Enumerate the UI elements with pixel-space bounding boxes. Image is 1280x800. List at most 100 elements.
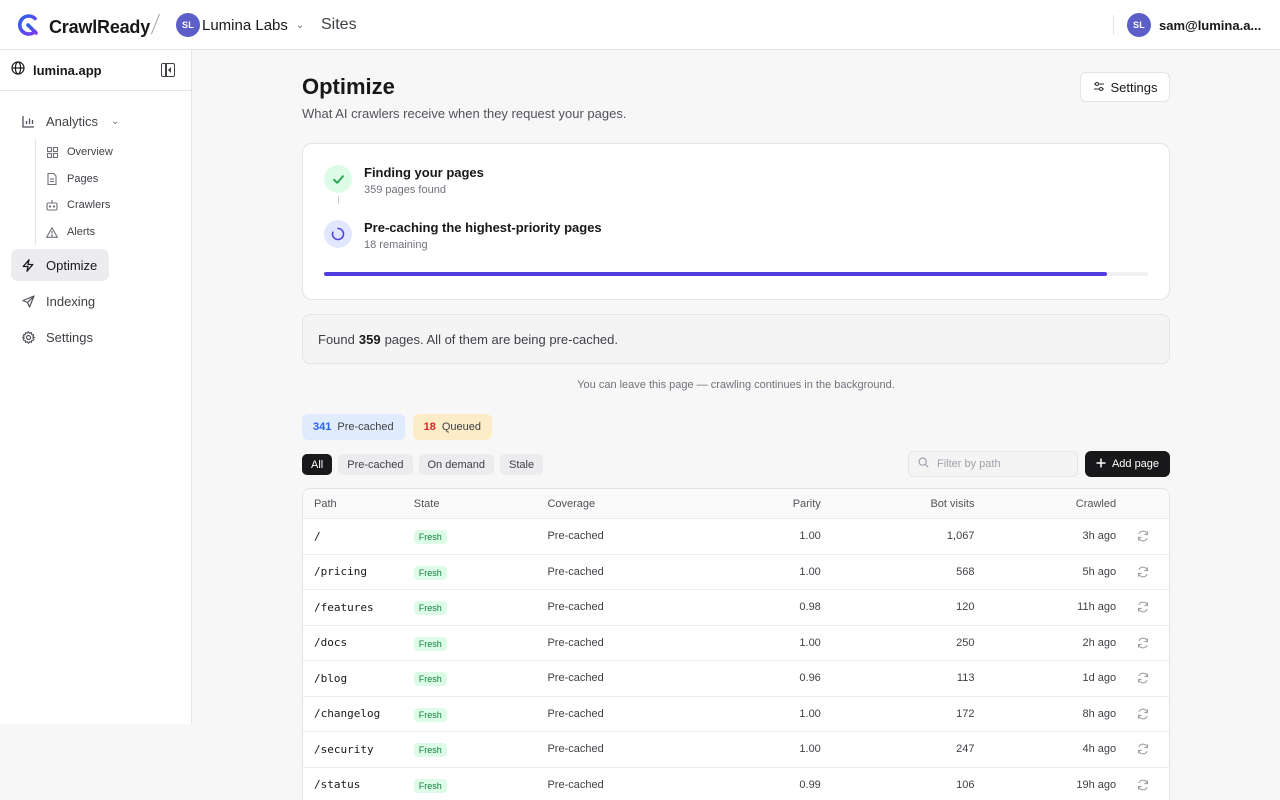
org-switcher[interactable]: SL Lumina Labs ⌄ bbox=[176, 13, 304, 37]
bot-visits-cell: 568 bbox=[956, 565, 975, 578]
column-header-crawled[interactable]: Crawled bbox=[974, 498, 1116, 510]
precache-progress-card: Finding your pages 359 pages found Pre-c… bbox=[302, 143, 1170, 300]
coverage-cell: Pre-cached bbox=[547, 530, 604, 543]
path-cell: / bbox=[314, 529, 321, 543]
table-row[interactable]: /security Fresh Pre-cached 1.00 247 4h a… bbox=[303, 732, 1169, 768]
bot-icon bbox=[46, 199, 58, 212]
send-icon bbox=[21, 294, 35, 308]
precached-label: Pre-cached bbox=[337, 421, 394, 433]
refresh-icon[interactable] bbox=[1137, 672, 1149, 684]
refresh-icon[interactable] bbox=[1137, 637, 1149, 649]
add-page-button[interactable]: Add page bbox=[1085, 451, 1170, 477]
sidebar-item-optimize[interactable]: Optimize bbox=[11, 249, 109, 282]
queued-label: Queued bbox=[441, 421, 482, 433]
refresh-icon[interactable] bbox=[1137, 566, 1149, 578]
column-header-path[interactable]: Path bbox=[303, 498, 414, 510]
sidebar-item-label: Pages bbox=[67, 172, 99, 185]
plus-icon bbox=[1096, 458, 1106, 471]
column-header-state[interactable]: State bbox=[414, 498, 548, 510]
table-row[interactable]: /docs Fresh Pre-cached 1.00 250 2h ago bbox=[303, 626, 1169, 661]
filter-all[interactable]: All bbox=[302, 454, 333, 475]
search-input[interactable] bbox=[937, 458, 1067, 470]
sites-link[interactable]: Sites bbox=[321, 16, 357, 34]
status-badge: Fresh bbox=[413, 530, 447, 545]
status-badge: Fresh bbox=[413, 672, 447, 687]
sidebar-nav: Analytics ⌄ Overview Pages Crawlers Aler… bbox=[0, 91, 191, 353]
column-header-parity[interactable]: Parity bbox=[677, 498, 821, 510]
coverage-cell: Pre-cached bbox=[547, 778, 604, 791]
site-selector[interactable]: lumina.app bbox=[0, 50, 191, 91]
parity-cell: 1.00 bbox=[799, 530, 821, 543]
collapse-sidebar-icon[interactable] bbox=[161, 63, 175, 77]
sidebar-item-overview[interactable]: Overview bbox=[46, 139, 191, 166]
sidebar-item-label: Alerts bbox=[67, 226, 96, 239]
step-finding-pages: Finding your pages 359 pages found bbox=[324, 165, 484, 196]
column-header-bot-visits[interactable]: Bot visits bbox=[821, 498, 974, 510]
brand[interactable]: CrawlReady bbox=[15, 12, 150, 43]
filter-precached[interactable]: Pre-cached bbox=[338, 454, 413, 475]
refresh-icon[interactable] bbox=[1137, 779, 1149, 791]
crawled-cell: 4h ago bbox=[1082, 743, 1117, 756]
bot-visits-cell: 172 bbox=[956, 707, 975, 720]
refresh-icon[interactable] bbox=[1137, 708, 1149, 720]
globe-icon bbox=[11, 60, 25, 80]
found-prefix: Found bbox=[318, 331, 355, 347]
status-badge: Fresh bbox=[413, 636, 447, 651]
found-count: 359 bbox=[358, 331, 381, 347]
refresh-icon[interactable] bbox=[1137, 530, 1149, 542]
progress-fill bbox=[324, 272, 1107, 276]
top-divider bbox=[1113, 15, 1114, 35]
parity-cell: 0.96 bbox=[799, 672, 821, 685]
table-row[interactable]: /changelog Fresh Pre-cached 1.00 172 8h … bbox=[303, 697, 1169, 732]
step-precaching: Pre-caching the highest-priority pages 1… bbox=[324, 220, 602, 251]
pages-table: Path State Coverage Parity Bot visits Cr… bbox=[302, 488, 1170, 800]
queued-counter: 18 Queued bbox=[412, 414, 493, 440]
path-cell: /changelog bbox=[314, 707, 381, 721]
coverage-cell: Pre-cached bbox=[547, 601, 604, 614]
page-title: Optimize bbox=[302, 74, 395, 99]
path-cell: /docs bbox=[314, 636, 348, 650]
step-meta: 359 pages found bbox=[364, 184, 446, 196]
found-summary: Found 359 pages. All of them are being p… bbox=[302, 314, 1170, 364]
sidebar-item-alerts[interactable]: Alerts bbox=[46, 219, 191, 246]
brand-name: CrawlReady bbox=[49, 17, 151, 37]
status-badge: Fresh bbox=[413, 778, 447, 793]
sidebar-item-indexing[interactable]: Indexing bbox=[11, 285, 180, 317]
sidebar-item-analytics[interactable]: Analytics ⌄ bbox=[11, 105, 180, 137]
path-cell: /features bbox=[314, 600, 374, 614]
user-avatar: SL bbox=[1127, 13, 1151, 37]
chevron-down-icon: ⌄ bbox=[111, 115, 120, 127]
step-title: Pre-caching the highest-priority pages bbox=[364, 220, 602, 235]
sidebar-item-crawlers[interactable]: Crawlers bbox=[46, 192, 191, 219]
crawled-cell: 11h ago bbox=[1077, 601, 1117, 614]
search-icon bbox=[918, 455, 929, 473]
found-suffix: pages. All of them are being pre-cached. bbox=[384, 331, 619, 347]
check-icon bbox=[324, 165, 352, 193]
filter-stale[interactable]: Stale bbox=[499, 454, 544, 475]
step-title: Finding your pages bbox=[364, 165, 484, 180]
coverage-cell: Pre-cached bbox=[547, 743, 604, 756]
breadcrumb-separator bbox=[150, 13, 161, 35]
sidebar-item-pages[interactable]: Pages bbox=[46, 166, 191, 193]
table-row[interactable]: /features Fresh Pre-cached 0.98 120 11h … bbox=[303, 590, 1169, 626]
refresh-icon[interactable] bbox=[1137, 601, 1149, 613]
table-row[interactable]: / Fresh Pre-cached 1.00 1,067 3h ago bbox=[303, 519, 1169, 555]
user-email: sam@lumina.a... bbox=[1159, 17, 1262, 33]
column-header-coverage[interactable]: Coverage bbox=[547, 498, 677, 510]
bot-visits-cell: 1,067 bbox=[946, 530, 975, 543]
refresh-icon[interactable] bbox=[1137, 743, 1149, 755]
table-row[interactable]: /status Fresh Pre-cached 0.99 106 19h ag… bbox=[303, 768, 1169, 800]
background-note: You can leave this page — crawling conti… bbox=[577, 379, 895, 391]
user-menu[interactable]: SL sam@lumina.a... bbox=[1127, 13, 1261, 37]
filter-on-demand[interactable]: On demand bbox=[418, 454, 494, 475]
org-avatar: SL bbox=[176, 13, 200, 37]
sidebar-item-settings[interactable]: Settings bbox=[11, 321, 180, 353]
chevron-down-icon: ⌄ bbox=[295, 19, 305, 31]
bar-chart-icon bbox=[21, 114, 35, 128]
table-row[interactable]: /blog Fresh Pre-cached 0.96 113 1d ago bbox=[303, 661, 1169, 697]
path-cell: /security bbox=[314, 742, 374, 756]
table-row[interactable]: /pricing Fresh Pre-cached 1.00 568 5h ag… bbox=[303, 555, 1169, 590]
settings-button[interactable]: Settings bbox=[1080, 72, 1170, 102]
parity-cell: 1.00 bbox=[799, 743, 821, 756]
sidebar-item-label: Crawlers bbox=[67, 199, 111, 212]
